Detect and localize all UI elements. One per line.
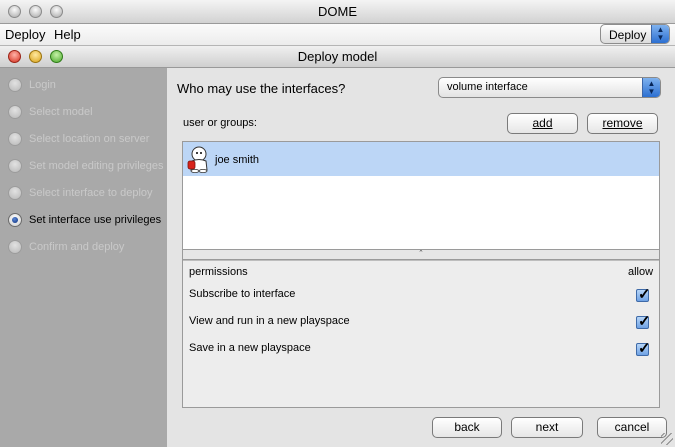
app-titlebar: DOME	[0, 0, 675, 24]
user-name: joe smith	[215, 154, 260, 166]
permission-save-label: Save in a new playspace	[189, 342, 311, 354]
radio-icon	[8, 186, 22, 200]
chevron-updown-icon: ▲ ▼	[642, 78, 660, 97]
step-label: Confirm and deploy	[29, 241, 125, 253]
chevron-up-icon: ˆ	[419, 249, 423, 259]
step-interface-use-privileges: Set interface use privileges	[8, 212, 166, 228]
next-button[interactable]: next	[511, 417, 583, 438]
remove-button-label: remove	[602, 116, 643, 130]
checkmark-icon: ✓	[638, 313, 651, 330]
step-label: Select interface to deploy	[29, 187, 153, 199]
users-list[interactable]: joe smith	[182, 141, 660, 250]
menu-deploy[interactable]: Deploy	[5, 27, 45, 42]
menubar: Deploy Help	[0, 24, 675, 46]
back-button[interactable]: back	[432, 417, 502, 438]
checkmark-icon: ✓	[638, 340, 651, 357]
step-select-interface: Select interface to deploy	[8, 185, 166, 201]
step-model-editing-privileges: Set model editing privileges	[8, 158, 166, 174]
checkmark-icon: ✓	[638, 286, 651, 303]
user-figure-icon	[187, 146, 208, 173]
question-label: Who may use the interfaces?	[177, 81, 346, 96]
interface-select-value: volume interface	[447, 81, 528, 93]
app-title: DOME	[318, 4, 357, 19]
permission-view-run-checkbox[interactable]: ✓	[636, 313, 651, 330]
step-select-model: Select model	[8, 104, 166, 120]
permission-save-checkbox[interactable]: ✓	[636, 340, 651, 357]
deploy-mode-value: Deploy	[609, 28, 647, 42]
step-select-location: Select location on server	[8, 131, 166, 147]
deploy-mode-select[interactable]: Deploy ▲ ▼	[600, 24, 670, 44]
wizard-steps-sidebar: Login Select model Select location on se…	[0, 68, 167, 447]
step-label: Select location on server	[29, 133, 150, 145]
dialog-title: Deploy model	[297, 49, 378, 64]
permission-subscribe-label: Subscribe to interface	[189, 288, 296, 300]
chevron-updown-icon: ▲ ▼	[651, 25, 669, 43]
radio-selected-icon	[8, 213, 22, 227]
radio-icon	[8, 159, 22, 173]
radio-icon	[8, 132, 22, 146]
add-button[interactable]: add	[507, 113, 578, 134]
split-pane-divider[interactable]: ˆ	[182, 250, 660, 259]
permissions-panel: permissions allow Subscribe to interface…	[182, 259, 660, 408]
radio-icon	[8, 105, 22, 119]
add-button-label: add	[532, 116, 553, 130]
interface-select[interactable]: volume interface ▲ ▼	[438, 77, 661, 98]
remove-button[interactable]: remove	[587, 113, 658, 134]
radio-icon	[8, 240, 22, 254]
step-confirm-deploy: Confirm and deploy	[8, 239, 166, 255]
permission-view-run-label: View and run in a new playspace	[189, 315, 350, 327]
dialog-titlebar: Deploy model	[0, 46, 675, 68]
step-label: Login	[29, 79, 56, 91]
resize-grip-icon[interactable]	[661, 433, 673, 445]
step-label: Select model	[29, 106, 93, 118]
list-item[interactable]: joe smith	[183, 142, 659, 176]
step-label: Set interface use privileges	[29, 214, 162, 226]
cancel-button[interactable]: cancel	[597, 417, 667, 438]
radio-icon	[8, 78, 22, 92]
permissions-header: permissions	[189, 266, 248, 278]
step-label: Set model editing privileges	[29, 160, 164, 172]
allow-header: allow	[628, 266, 654, 278]
step-login: Login	[8, 77, 166, 93]
permission-subscribe-checkbox[interactable]: ✓	[636, 286, 651, 303]
users-label: user or groups:	[183, 117, 257, 129]
menu-help[interactable]: Help	[54, 27, 81, 42]
